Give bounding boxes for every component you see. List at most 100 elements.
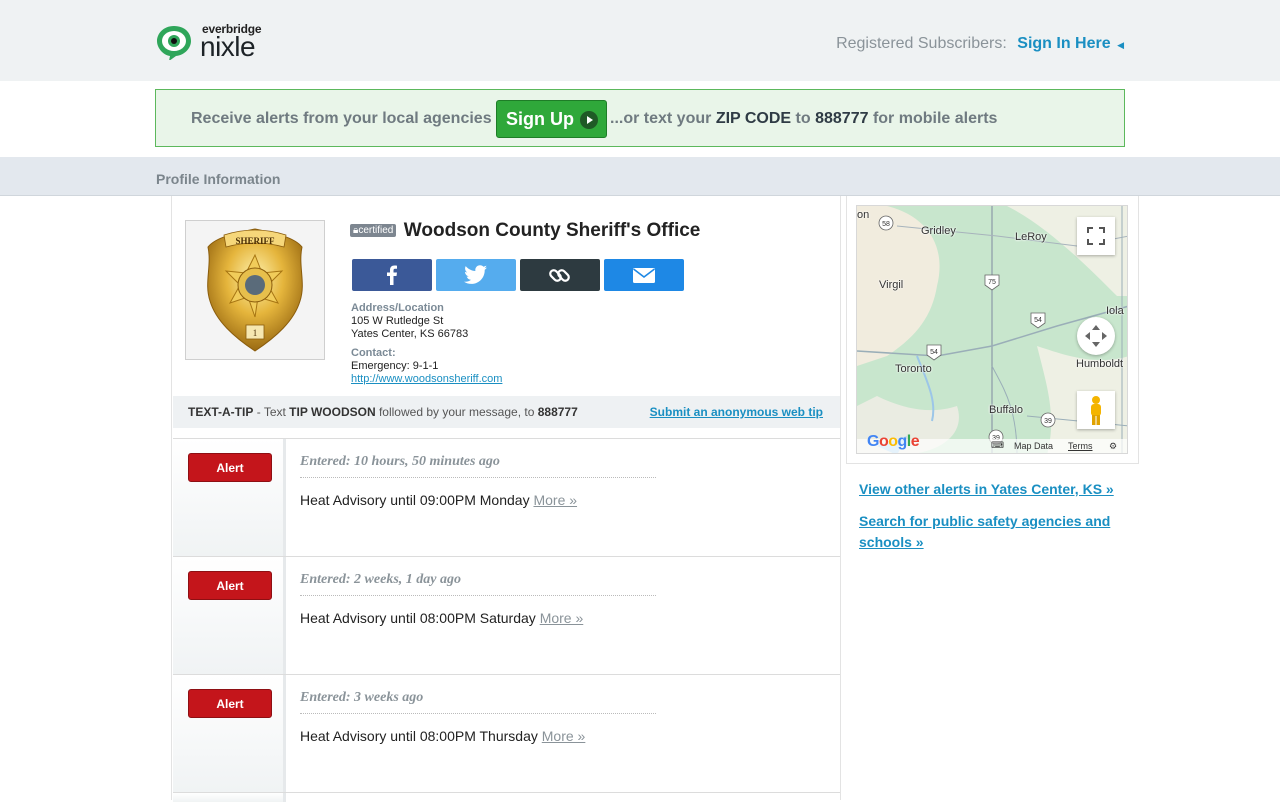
link-icon bbox=[549, 269, 570, 282]
alert-gutter bbox=[173, 793, 286, 802]
org-title: Woodson County Sheriff's Office bbox=[403, 220, 701, 241]
sheriff-badge-image: SHERIFF 1 bbox=[185, 220, 325, 360]
contact-label: Contact: bbox=[351, 347, 396, 359]
alert-entered: Entered: 2 weeks, 1 day ago bbox=[300, 572, 656, 596]
map-data-link[interactable]: Map Data bbox=[1014, 441, 1053, 451]
banner-tail-pre: ...or text your bbox=[610, 110, 712, 127]
route-shield-75: 75 bbox=[988, 279, 996, 286]
map-town-label: Humboldt bbox=[1076, 358, 1124, 370]
alert-more-link[interactable]: More » bbox=[542, 728, 586, 744]
street-view-pegman-button[interactable] bbox=[1077, 391, 1115, 429]
view-other-alerts-link[interactable]: View other alerts in Yates Center, KS » bbox=[859, 479, 1129, 500]
alert-message-text: Heat Advisory until 08:00PM Saturday bbox=[300, 610, 536, 626]
anonymous-web-tip-link[interactable]: Submit an anonymous web tip bbox=[650, 405, 823, 419]
alert-more-link[interactable]: More » bbox=[540, 610, 584, 626]
alert-row[interactable]: Alert Entered: 10 hours, 50 minutes ago … bbox=[173, 438, 840, 556]
share-facebook-button[interactable] bbox=[352, 259, 432, 291]
pegman-icon bbox=[1091, 396, 1101, 425]
alert-row[interactable]: Alert Entered: 2 weeks, 1 day ago Heat A… bbox=[173, 556, 840, 674]
facebook-icon bbox=[387, 265, 397, 285]
section-bar: Profile Information bbox=[0, 157, 1280, 196]
sign-in-link[interactable]: Sign In Here bbox=[1017, 35, 1110, 52]
sign-up-button[interactable]: Sign Up bbox=[496, 100, 607, 138]
sheriff-badge-icon: SHERIFF 1 bbox=[186, 221, 324, 359]
share-twitter-button[interactable] bbox=[436, 259, 516, 291]
banner-to: to bbox=[795, 110, 811, 127]
signup-banner: Receive alerts from your local agencies … bbox=[155, 89, 1125, 147]
alert-message: Heat Advisory until 09:00PM Monday More … bbox=[300, 492, 577, 508]
alert-entered: Entered: 10 hours, 50 minutes ago bbox=[300, 454, 656, 478]
badge-top-text: SHERIFF bbox=[235, 236, 275, 246]
main-column: SHERIFF 1 🔒︎certified Woodson County She… bbox=[171, 196, 841, 802]
address-line2: Yates Center, KS 66783 bbox=[351, 328, 469, 340]
map-terms-link[interactable]: Terms bbox=[1068, 441, 1093, 451]
route-shield-58: 58 bbox=[882, 221, 890, 228]
address-block: Address/Location 105 W Rutledge St Yates… bbox=[351, 302, 468, 341]
pan-arrows-icon bbox=[1085, 325, 1107, 347]
contact-block: Contact: Emergency: 9-1-1 http://www.woo… bbox=[351, 347, 502, 386]
top-header: everbridge nixle Registered Subscribers:… bbox=[0, 0, 1280, 81]
tip-text-mid: followed by your message, to bbox=[378, 405, 535, 419]
alert-message-text: Heat Advisory until 09:00PM Monday bbox=[300, 492, 530, 508]
alert-badge[interactable]: Alert bbox=[188, 453, 272, 482]
fullscreen-icon bbox=[1087, 227, 1105, 245]
website-link[interactable]: http://www.woodsonsheriff.com bbox=[351, 373, 502, 385]
search-agencies-link[interactable]: Search for public safety agencies and sc… bbox=[859, 511, 1129, 553]
share-link-button[interactable] bbox=[520, 259, 600, 291]
registered-label: Registered Subscribers: bbox=[836, 35, 1007, 52]
alert-more-link[interactable]: More » bbox=[533, 492, 577, 508]
map-town-label: Iola bbox=[1106, 305, 1124, 317]
alert-badge[interactable]: Alert bbox=[188, 571, 272, 600]
google-logo: Google bbox=[867, 433, 920, 450]
logo-name: nixle bbox=[200, 31, 256, 62]
sign-up-label: Sign Up bbox=[506, 109, 574, 129]
alert-row-partial[interactable] bbox=[173, 792, 840, 802]
fullscreen-button[interactable] bbox=[1077, 217, 1115, 255]
banner-number: 888777 bbox=[815, 110, 869, 127]
alert-badge[interactable]: Alert bbox=[188, 689, 272, 718]
certified-label: certified bbox=[358, 225, 394, 236]
signin-area: Registered Subscribers: Sign In Here ◀ bbox=[836, 35, 1124, 53]
map-town-label: LeRoy bbox=[1015, 231, 1047, 243]
tip-dash: - bbox=[256, 405, 261, 419]
map-town-label: Buffalo bbox=[989, 404, 1024, 416]
address-line1: 105 W Rutledge St bbox=[351, 315, 444, 327]
tip-keyword: TIP WOODSON bbox=[289, 405, 376, 419]
alert-entered: Entered: 3 weeks ago bbox=[300, 690, 656, 714]
map-town-label: Toronto bbox=[895, 363, 932, 375]
tip-text: TEXT-A-TIP - Text TIP WOODSON followed b… bbox=[188, 405, 578, 419]
banner-lead: Receive alerts from your local agencies bbox=[191, 110, 492, 127]
map-town-label: Gridley bbox=[921, 225, 956, 237]
map-panel: 58 75 54 54 39 39 on Gridley LeRoy Virgi… bbox=[846, 196, 1139, 464]
address-label: Address/Location bbox=[351, 302, 444, 314]
map-settings-icon[interactable]: ⚙ bbox=[1109, 441, 1117, 452]
org-heading: 🔒︎certified Woodson County Sheriff's Off… bbox=[350, 220, 700, 242]
nixle-eye-icon bbox=[157, 26, 191, 60]
alert-message-text: Heat Advisory until 08:00PM Thursday bbox=[300, 728, 538, 744]
banner-tail: ...or text your ZIP CODE to 888777 for m… bbox=[610, 110, 997, 128]
tip-text-pre: Text bbox=[263, 405, 286, 419]
emergency-number: Emergency: 9-1-1 bbox=[351, 360, 439, 372]
twitter-icon bbox=[464, 265, 487, 284]
route-shield-54b: 54 bbox=[930, 349, 938, 356]
tip-label: TEXT-A-TIP bbox=[188, 405, 254, 419]
caret-left-icon: ◀ bbox=[1117, 40, 1124, 50]
map-town-label: on bbox=[857, 209, 870, 221]
share-email-button[interactable] bbox=[604, 259, 684, 291]
banner-tail-post: for mobile alerts bbox=[872, 110, 998, 127]
nixle-logo[interactable]: everbridge nixle bbox=[156, 22, 268, 62]
map-pan-control[interactable] bbox=[1077, 317, 1115, 355]
alert-message: Heat Advisory until 08:00PM Saturday Mor… bbox=[300, 610, 583, 626]
alert-message: Heat Advisory until 08:00PM Thursday Mor… bbox=[300, 728, 585, 744]
play-circle-icon bbox=[580, 111, 598, 129]
badge-number-text: 1 bbox=[253, 328, 258, 338]
tip-number: 888777 bbox=[537, 405, 578, 419]
keyboard-icon[interactable]: ⌨ bbox=[991, 440, 1004, 451]
google-map[interactable]: 58 75 54 54 39 39 on Gridley LeRoy Virgi… bbox=[856, 205, 1128, 454]
route-shield-54a: 54 bbox=[1034, 317, 1042, 324]
email-icon bbox=[633, 268, 655, 283]
banner-zip: ZIP CODE bbox=[715, 110, 792, 127]
alert-row[interactable]: Alert Entered: 3 weeks ago Heat Advisory… bbox=[173, 674, 840, 792]
text-a-tip-bar: TEXT-A-TIP - Text TIP WOODSON followed b… bbox=[173, 396, 840, 428]
route-shield-39a: 39 bbox=[1044, 418, 1052, 425]
